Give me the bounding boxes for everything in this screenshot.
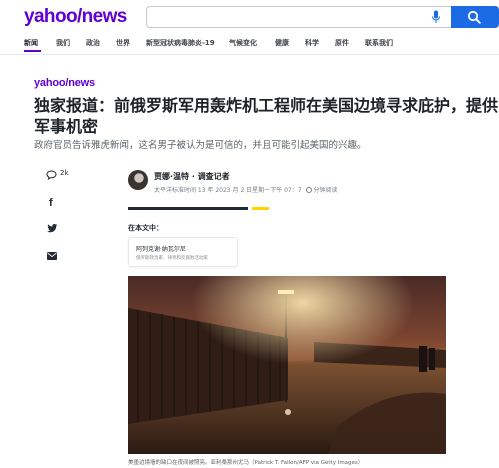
author-name[interactable]: 贾娜·温特 · 调查记者 [154,171,230,182]
main-nav: 新闻 我们 政治 世界 新型冠状病毒肺炎-19 气候变化 健康 科学 原件 联系… [0,36,499,52]
logo-yahoo-text: yahoo [24,6,78,27]
in-this-article-label: 在本文中： [128,224,163,232]
yahoo-news-logo[interactable]: yahoo/news [24,7,127,27]
article-dateline: 太平洋标准时间 13 年 2023 月 2 日星期一下午 07：7 分钟阅读 [154,185,338,194]
photo-caption: 美墨边境墙的缺口在夜间被照亮。亚利桑那州尤马（Patrick T. Fallon… [128,460,364,466]
article-subhead: 政府官员告诉雅虎新闻，这名男子被认为是可信的，并且可能引起美国的兴趣。 [34,140,367,151]
search-input[interactable] [146,6,451,28]
article-timestamp: 太平洋标准时间 13 年 2023 月 2 日星期一下午 07：7 [154,187,302,194]
article-photo[interactable] [128,276,446,454]
article-rule [128,207,248,210]
top-bar: yahoo/news [0,0,499,34]
article-rule-accent [252,207,269,210]
facebook-icon[interactable]: f [49,197,53,209]
comment-icon[interactable] [46,170,57,180]
nav-item-world[interactable]: 世界 [116,38,130,48]
article-brand[interactable]: yahoo/news [34,77,95,89]
nav-item-science[interactable]: 科学 [305,38,319,48]
comment-count[interactable]: 2k [60,169,69,177]
clock-icon [305,187,312,193]
search-icon [467,10,481,24]
nav-item-covid[interactable]: 新型冠状病毒肺炎-19 [146,38,215,48]
nav-divider [0,54,499,55]
microphone-icon[interactable] [431,10,441,24]
entity-description: 俄罗斯政治家、律师和反腐败活动家 [136,256,208,261]
entity-name[interactable]: 阿列克谢·纳瓦尔尼 [136,244,186,253]
nav-item-news[interactable]: 新闻 [24,38,38,48]
nav-item-contact[interactable]: 联系我们 [365,38,393,48]
logo-news-text: news [81,6,128,27]
article-headline: 独家报道：前俄罗斯军用轰炸机工程师在美国边境寻求庇护，提供军事机密 [34,96,499,136]
nav-item-us[interactable]: 我们 [56,38,70,48]
border-wall-night-photo [128,276,446,454]
nav-item-health[interactable]: 健康 [275,38,289,48]
nav-item-climate[interactable]: 气候变化 [229,38,257,48]
read-time: 分钟阅读 [313,187,338,194]
active-nav-indicator [24,50,41,52]
search-button[interactable] [451,6,499,28]
nav-item-originals[interactable]: 原件 [335,38,349,48]
author-avatar[interactable] [128,170,148,190]
related-entity-card[interactable]: 阿列克谢·纳瓦尔尼 俄罗斯政治家、律师和反腐败活动家 [128,237,238,267]
twitter-icon[interactable] [47,224,58,233]
nav-item-politics[interactable]: 政治 [86,38,100,48]
mail-icon[interactable] [47,252,57,260]
